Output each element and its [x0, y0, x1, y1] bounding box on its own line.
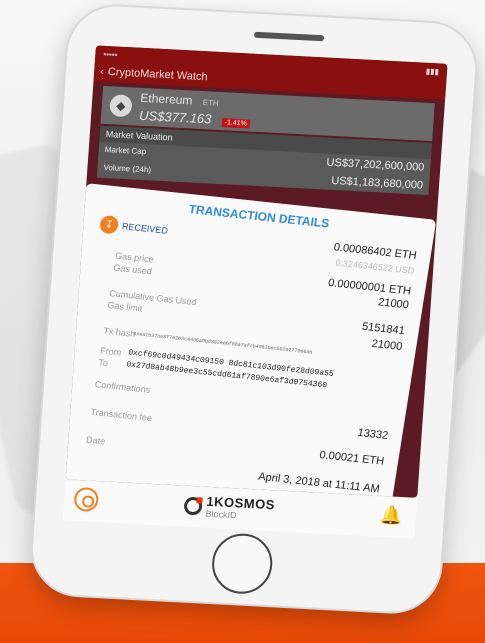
transaction-fee-value: 0.00021 ETH	[318, 449, 385, 468]
phone-body: ••••• ▮▮▮ ‹ CryptoMarket Watch ◆ Ethereu…	[29, 4, 479, 614]
date-label: Date	[85, 434, 106, 447]
phone: ••••• ▮▮▮ ‹ CryptoMarket Watch ◆ Ethereu…	[0, 0, 485, 643]
1kosmos-mark-icon	[183, 496, 203, 516]
confirmations-value: 13332	[356, 426, 389, 442]
home-button[interactable]	[210, 532, 275, 596]
transaction-fee-label: Transaction fee	[89, 406, 153, 424]
market-cap-label: Market Cap	[104, 145, 147, 157]
transaction-details-title: TRANSACTION DETAILS	[187, 202, 331, 231]
alarm-bell-icon[interactable]: 🔔	[379, 505, 405, 530]
coin-price: US$377.163	[138, 107, 212, 127]
coin-name: Ethereum	[139, 90, 193, 108]
gas-limit-label: Gas limit	[106, 300, 144, 314]
tx-hash-label: Tx hash	[102, 325, 137, 339]
from-label: From	[99, 345, 122, 358]
gas-price-value: 0.00000001 ETH	[327, 276, 412, 298]
received-status: RECEIVED	[121, 221, 169, 236]
carrier-icon: •••••	[103, 49, 118, 60]
ethereum-icon: ◆	[109, 94, 133, 118]
volume-label: Volume (24h)	[103, 162, 152, 175]
gas-limit-value: 21000	[370, 337, 404, 353]
battery-icon: ▮▮▮	[425, 66, 440, 76]
volume-value: US$1,183,680,000	[330, 174, 424, 192]
market-cap-value: US$37,202,600,000	[326, 156, 425, 174]
gear-icon[interactable]	[73, 486, 100, 513]
1kosmos-logo: 1KOSMOS BlockID	[183, 493, 275, 523]
gas-used-label: Gas used	[112, 262, 153, 277]
price-change-badge: -1.41%	[221, 118, 251, 129]
app-screen: ••••• ▮▮▮ ‹ CryptoMarket Watch ◆ Ethereu…	[65, 45, 448, 498]
cumulative-gas-value: 5151841	[361, 320, 406, 338]
received-icon: ↧	[98, 214, 120, 235]
transaction-details-card: TRANSACTION DETAILS ↧ RECEIVED 0.0008640…	[65, 183, 437, 498]
nav-title[interactable]: CryptoMarket Watch	[107, 66, 208, 83]
gas-used-value: 21000	[377, 296, 410, 312]
phone-speaker	[253, 31, 325, 42]
coin-symbol: ETH	[202, 98, 220, 108]
confirmations-label: Confirmations	[94, 379, 152, 395]
back-icon[interactable]: ‹	[100, 66, 105, 78]
to-label: To	[97, 357, 109, 369]
